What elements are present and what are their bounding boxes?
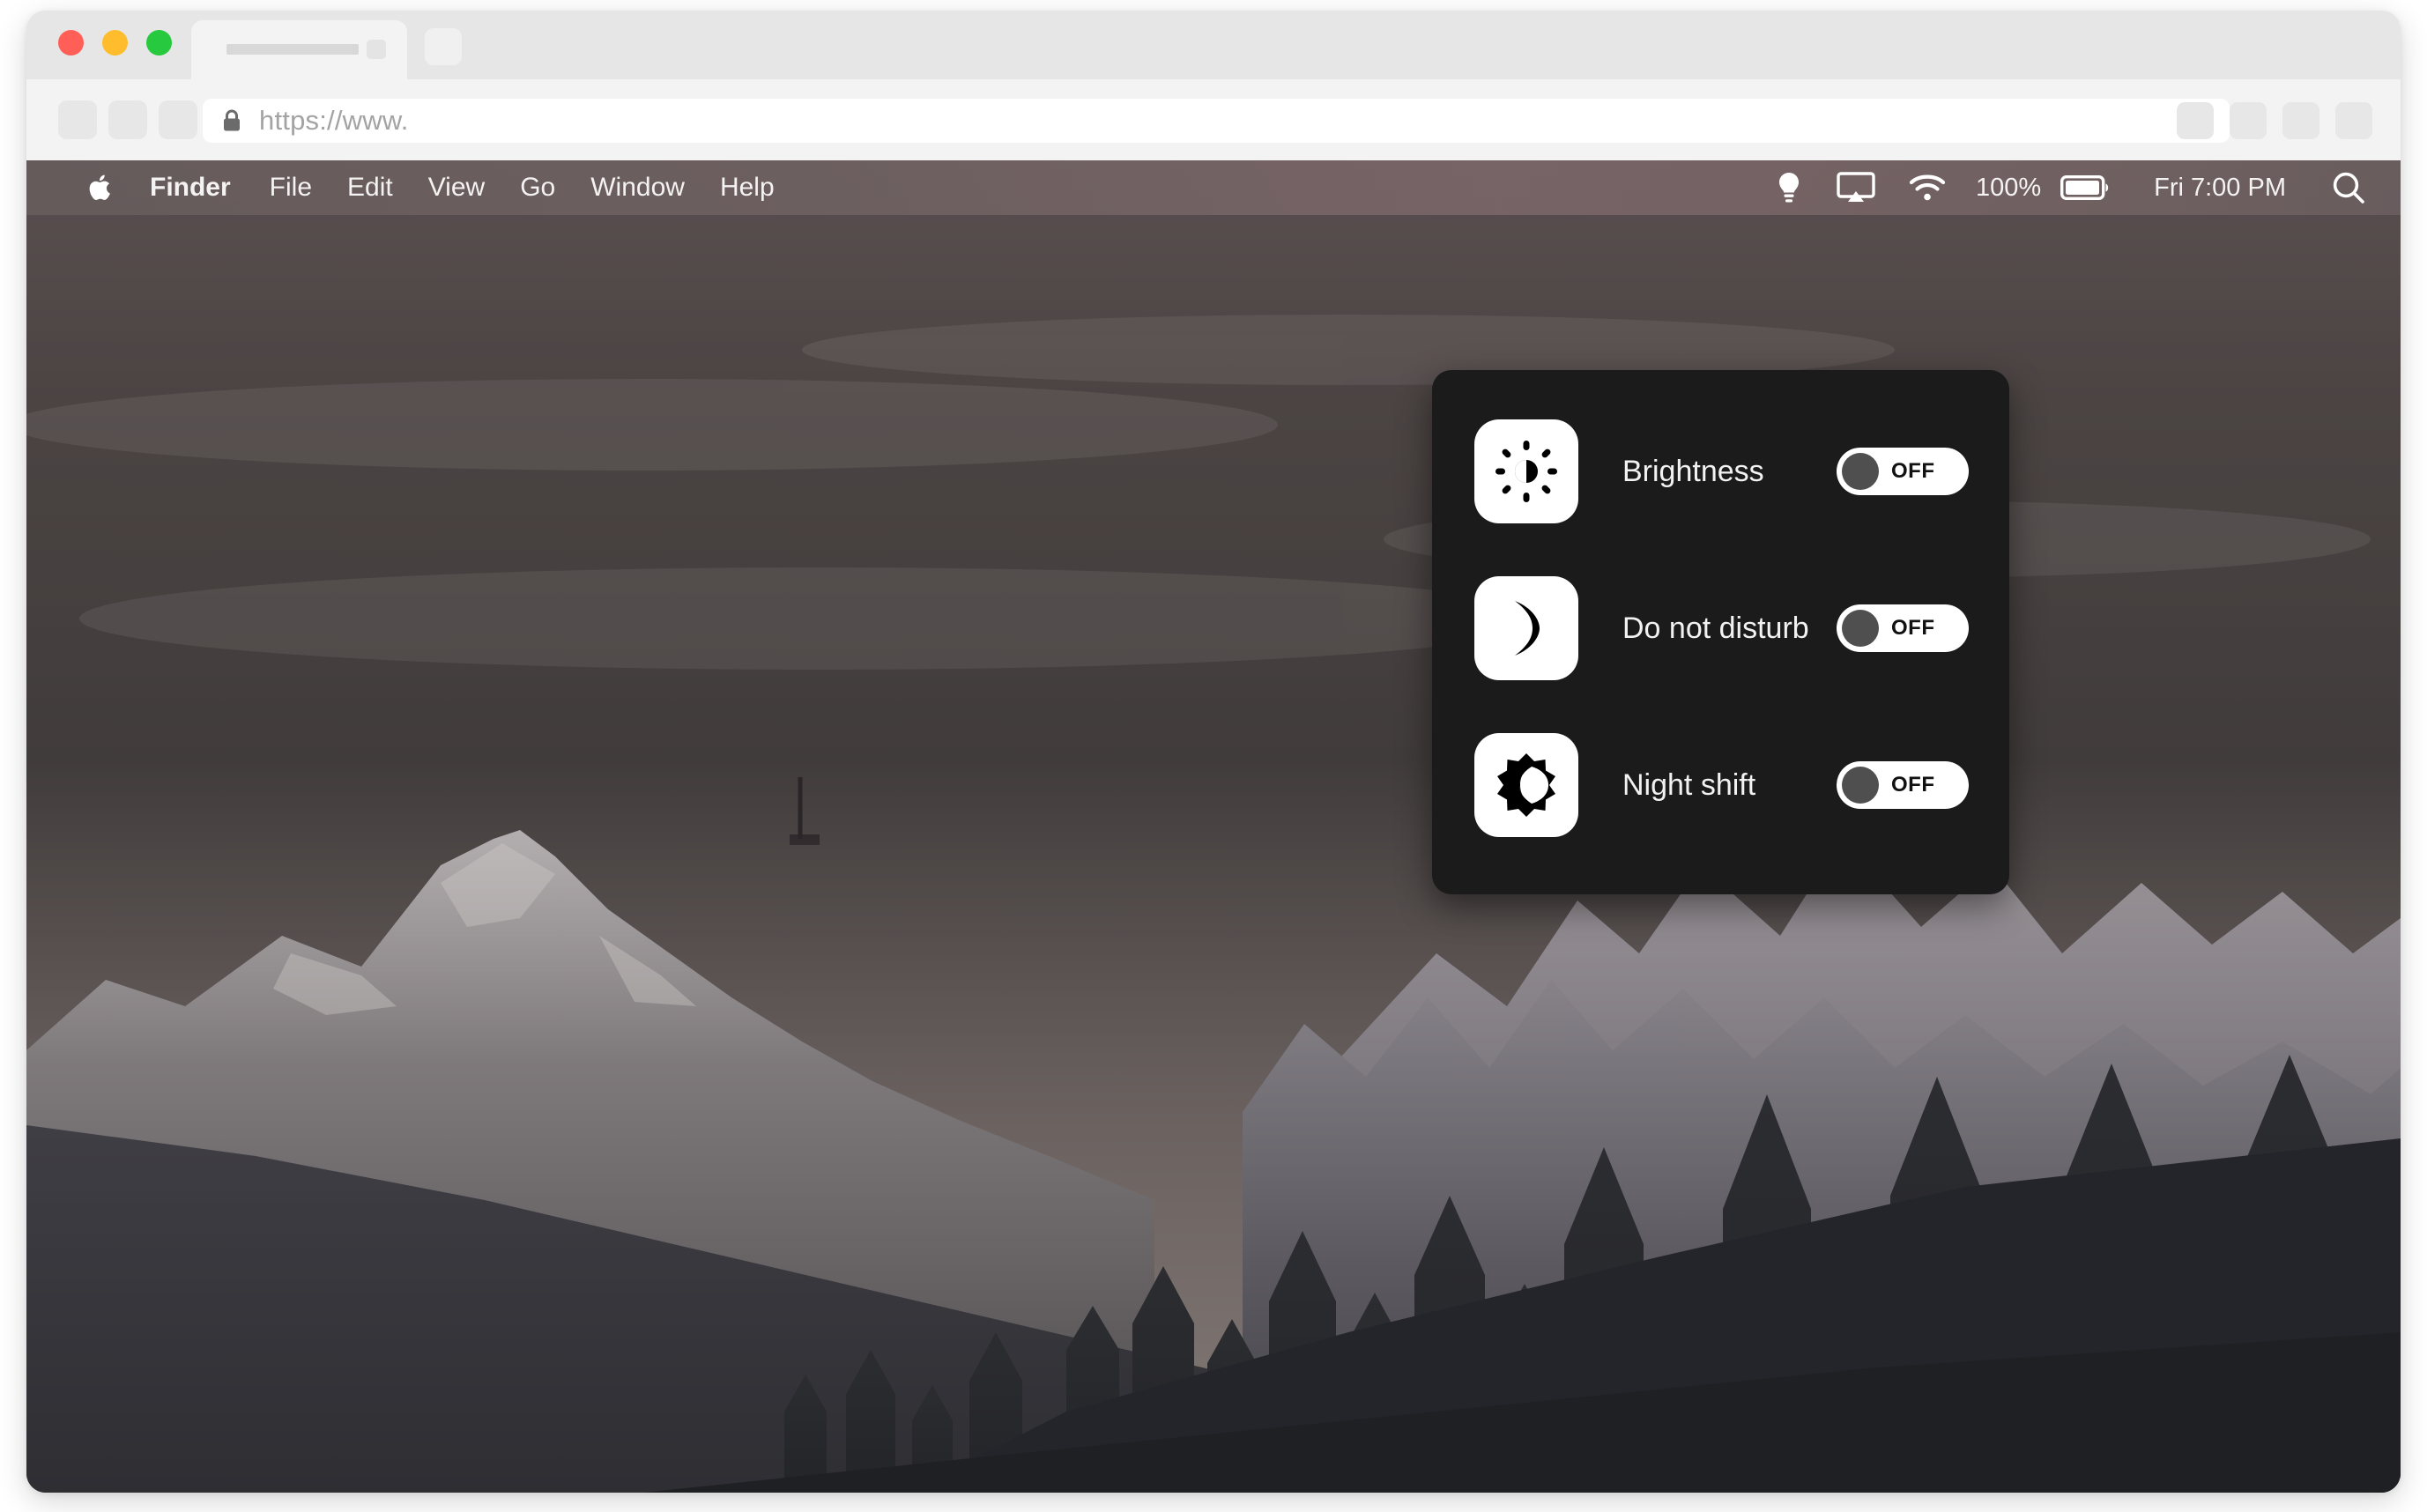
address-bar[interactable]: https://www. xyxy=(203,99,2230,143)
night-shift-icon xyxy=(1474,733,1578,837)
control-center-panel: Brightness OFF Do not disturb OFF Night … xyxy=(1432,370,2009,894)
toggle-knob xyxy=(1842,767,1879,804)
macos-menubar: Finder File Edit View Go Window Help 100… xyxy=(26,160,2401,215)
control-row-label: Do not disturb xyxy=(1622,611,1809,645)
browser-window: https://www. Finder File Edit View Go Wi… xyxy=(26,11,2401,1493)
toggle-state-label: OFF xyxy=(1891,616,1935,640)
tab-close-button[interactable] xyxy=(367,40,386,59)
back-button[interactable] xyxy=(58,100,97,139)
battery-full-icon[interactable] xyxy=(2060,175,2110,200)
search-icon[interactable] xyxy=(2332,171,2365,204)
menubar-menus: Finder File Edit View Go Window Help xyxy=(26,173,810,203)
brightness-icon xyxy=(1474,419,1578,523)
tab-title xyxy=(226,44,359,55)
control-row-label: Night shift xyxy=(1622,767,1756,802)
new-tab-button[interactable] xyxy=(425,28,462,65)
control-row-night-shift[interactable]: Night shift OFF xyxy=(1432,733,2009,837)
moon-icon xyxy=(1474,576,1578,680)
control-row-label: Brightness xyxy=(1622,454,1764,488)
close-window-button[interactable] xyxy=(58,30,84,56)
toolbar-right-buttons xyxy=(2177,102,2372,139)
toolbar-button-3[interactable] xyxy=(2282,102,2319,139)
toggle-state-label: OFF xyxy=(1891,459,1935,483)
menu-item-finder[interactable]: Finder xyxy=(150,173,231,203)
desktop: Finder File Edit View Go Window Help 100… xyxy=(26,160,2401,1493)
menu-item-edit[interactable]: Edit xyxy=(347,173,393,203)
control-center-rows: Brightness OFF Do not disturb OFF Night … xyxy=(1432,370,2009,837)
wallpaper-image xyxy=(26,160,2401,1493)
menu-item-help[interactable]: Help xyxy=(720,173,775,203)
control-center-pointer xyxy=(1677,379,1744,416)
airplay-icon[interactable] xyxy=(1837,172,1875,204)
control-row-do-not-disturb[interactable]: Do not disturb OFF xyxy=(1432,576,2009,680)
menu-item-view[interactable]: View xyxy=(428,173,485,203)
menubar-status-items: 100% Fri 7:00 PM xyxy=(1741,171,2365,204)
browser-tab[interactable] xyxy=(191,20,407,79)
browser-tab-strip xyxy=(26,11,2401,79)
menu-item-window[interactable]: Window xyxy=(590,173,685,203)
battery-percent: 100% xyxy=(1975,173,2042,202)
toolbar-button-4[interactable] xyxy=(2335,102,2372,139)
toolbar-button-1[interactable] xyxy=(2177,102,2214,139)
brightness-toggle[interactable]: OFF xyxy=(1837,448,1969,495)
toggle-knob xyxy=(1842,453,1879,490)
menubar-clock[interactable]: Fri 7:00 PM xyxy=(2154,174,2286,203)
control-row-brightness[interactable]: Brightness OFF xyxy=(1432,419,2009,523)
lightbulb-icon[interactable] xyxy=(1775,171,1803,204)
minimize-window-button[interactable] xyxy=(102,30,128,56)
toggle-knob xyxy=(1842,610,1879,647)
window-controls xyxy=(58,30,172,56)
browser-toolbar: https://www. xyxy=(26,79,2401,160)
do-not-disturb-toggle[interactable]: OFF xyxy=(1837,604,1969,652)
forward-button[interactable] xyxy=(108,100,147,139)
apple-logo-icon[interactable] xyxy=(88,174,111,201)
wifi-icon[interactable] xyxy=(1909,174,1946,202)
navigation-buttons xyxy=(58,100,197,139)
maximize-window-button[interactable] xyxy=(146,30,172,56)
night-shift-toggle[interactable]: OFF xyxy=(1837,761,1969,809)
reload-button[interactable] xyxy=(159,100,197,139)
lock-icon xyxy=(222,109,241,132)
toolbar-button-2[interactable] xyxy=(2230,102,2267,139)
url-text: https://www. xyxy=(259,105,409,136)
menu-item-file[interactable]: File xyxy=(270,173,312,203)
menu-item-go[interactable]: Go xyxy=(520,173,555,203)
toggle-state-label: OFF xyxy=(1891,773,1935,797)
